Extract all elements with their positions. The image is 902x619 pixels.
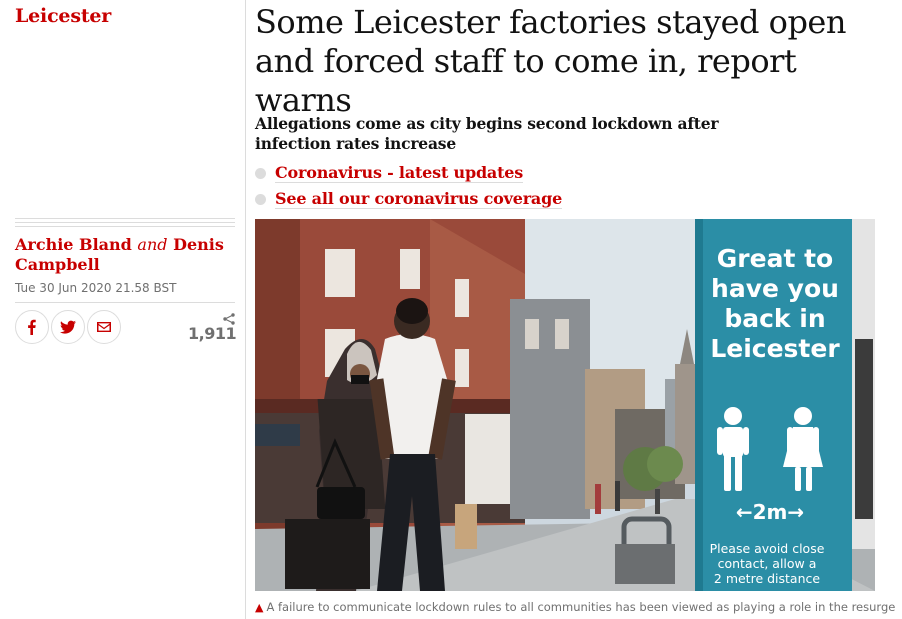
sign-line-2: have you	[711, 274, 839, 303]
bullet-icon	[255, 193, 266, 205]
share-twitter-button[interactable]	[51, 310, 85, 344]
related-link-latest-updates[interactable]: Coronavirus - latest updates	[275, 163, 523, 183]
share-icon	[188, 310, 236, 325]
sign-notice-2: contact, allow a	[718, 556, 817, 571]
email-icon	[97, 322, 111, 332]
sign-notice-1: Please avoid close	[710, 541, 825, 556]
sign-distance: ←2m→	[736, 500, 804, 524]
share-facebook-button[interactable]	[15, 310, 49, 344]
caption-text: A failure to communicate lockdown rules …	[266, 600, 895, 614]
photo-caption: ▲ A failure to communicate lockdown rules…	[255, 600, 895, 614]
share-email-button[interactable]	[87, 310, 121, 344]
article-headline: Some Leicester factories stayed open and…	[255, 3, 846, 119]
article-standfirst: Allegations come as city begins second l…	[255, 114, 719, 153]
article-meta-column: Leicester Archie Bland and Denis Campbel…	[0, 0, 246, 619]
sign-notice-3: 2 metre distance	[714, 571, 820, 586]
section-link[interactable]: Leicester	[15, 5, 111, 27]
related-link-item: See all our coronavirus coverage	[255, 186, 562, 212]
publication-date: Tue 30 Jun 2020 21.58 BST	[15, 281, 177, 295]
meta-separator	[15, 302, 235, 303]
caption-triangle-icon: ▲	[255, 601, 264, 614]
share-count: 1,911	[188, 310, 237, 343]
bullet-icon	[255, 167, 266, 179]
sign-line-4: Leicester	[710, 334, 840, 363]
byline-conjunction: and	[137, 235, 168, 254]
meta-divider	[15, 218, 235, 228]
twitter-icon	[60, 320, 76, 334]
sign-line-3: back in	[724, 304, 825, 333]
facebook-icon	[28, 319, 36, 335]
share-count-value: 1,911	[188, 324, 237, 343]
related-link-item: Coronavirus - latest updates	[255, 160, 562, 186]
main-photo[interactable]: Great to have you back in Leicester ←2m→…	[255, 219, 875, 591]
related-link-coverage[interactable]: See all our coronavirus coverage	[275, 189, 562, 209]
sign-line-1: Great to	[717, 244, 833, 273]
author-link-1[interactable]: Archie Bland	[15, 235, 132, 254]
share-buttons	[15, 310, 121, 344]
byline: Archie Bland and Denis Campbell	[15, 235, 235, 275]
related-links: Coronavirus - latest updates See all our…	[255, 160, 562, 212]
